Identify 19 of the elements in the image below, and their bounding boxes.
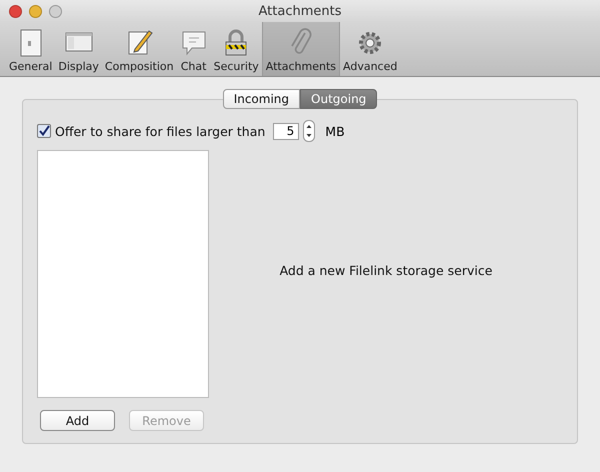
toolbar-tab[interactable]: Attachments xyxy=(262,22,340,76)
tab[interactable]: Outgoing xyxy=(300,89,378,109)
unit-label: MB xyxy=(325,124,345,138)
toolbar-tab[interactable]: Display xyxy=(55,22,102,76)
toolbar-tab[interactable]: Chat xyxy=(176,22,211,76)
checkbox[interactable] xyxy=(37,124,51,138)
toolbar-tab[interactable]: Composition xyxy=(102,22,177,76)
push-button[interactable]: Add xyxy=(40,410,115,431)
close-button[interactable] xyxy=(9,4,22,18)
stepper-control[interactable] xyxy=(303,120,316,142)
option-label: Offer to share for files larger than xyxy=(55,124,266,138)
toolbar-tab[interactable]: General xyxy=(6,22,56,76)
size-field[interactable]: 5 xyxy=(273,122,300,140)
toolbar-tab[interactable]: Security xyxy=(210,22,262,76)
toolbar-tab[interactable]: Advanced xyxy=(340,22,400,76)
hint-text: Add a new Filelink storage service xyxy=(280,263,492,278)
window-title: Attachments xyxy=(258,4,342,18)
minimize-button[interactable] xyxy=(29,4,42,18)
tab[interactable]: Incoming xyxy=(222,89,300,109)
